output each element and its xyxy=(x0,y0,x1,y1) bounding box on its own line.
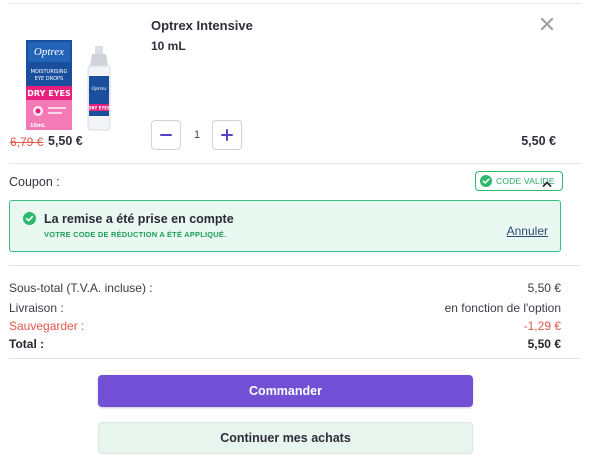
box-line1-text: MOISTURISING xyxy=(31,69,68,75)
discount-applied-alert: La remise a été prise en compte VOTRE CO… xyxy=(9,200,561,252)
close-icon xyxy=(540,17,554,31)
box-brand-text: Optrex xyxy=(34,46,64,58)
total-value: 5,50 € xyxy=(527,337,561,351)
box-banner-text: DRY EYES xyxy=(27,89,71,98)
quantity-increase-button[interactable] xyxy=(212,120,242,150)
check-circle-icon xyxy=(480,175,492,187)
savings-row: Sauvegarder : -1,29 € xyxy=(9,319,561,333)
alert-subtitle: VOTRE CODE DE RÉDUCTION A ÉTÉ APPLIQUÉ. xyxy=(44,230,227,239)
shipping-value: en fonction de l'option xyxy=(444,301,561,315)
minus-icon xyxy=(160,134,172,136)
savings-label: Sauvegarder : xyxy=(9,319,85,333)
product-image: Optrex MOISTURISING EYE DROPS DRY EYES 1… xyxy=(26,40,126,132)
cancel-discount-link[interactable]: Annuler xyxy=(507,224,548,238)
order-button[interactable]: Commander xyxy=(98,375,473,407)
quantity-value[interactable]: 1 xyxy=(182,120,212,150)
divider xyxy=(9,358,581,359)
shipping-label: Livraison : xyxy=(9,301,64,315)
chevron-up-icon xyxy=(542,181,552,187)
box-volume-text: 10mL xyxy=(30,123,46,129)
box-line2-text: EYE DROPS xyxy=(35,76,63,82)
total-row: Total : 5,50 € xyxy=(9,337,561,351)
check-circle-icon xyxy=(23,212,36,225)
shipping-row: Livraison : en fonction de l'option xyxy=(9,301,561,315)
subtotal-label: Sous-total (T.V.A. incluse) : xyxy=(9,281,153,295)
product-name: Optrex Intensive xyxy=(151,18,253,33)
line-total: 5,50 € xyxy=(521,134,556,148)
divider xyxy=(9,265,581,266)
coupon-label: Coupon : xyxy=(9,175,60,189)
alert-title: La remise a été prise en compte xyxy=(44,212,234,226)
product-size: 10 mL xyxy=(151,39,186,53)
plus-icon xyxy=(221,129,233,141)
top-divider xyxy=(9,3,581,4)
subtotal-value: 5,50 € xyxy=(527,281,561,295)
new-price: 5,50 € xyxy=(48,134,83,148)
remove-item-button[interactable] xyxy=(538,15,556,33)
bottle-brand-text: Optrex xyxy=(91,86,107,92)
coupon-toggle-button[interactable] xyxy=(541,176,553,187)
continue-shopping-button[interactable]: Continuer mes achats xyxy=(98,422,473,454)
bottle-banner-text: DRY EYES xyxy=(88,106,110,111)
divider xyxy=(9,163,581,164)
quantity-decrease-button[interactable] xyxy=(151,120,181,150)
savings-value: -1,29 € xyxy=(523,319,561,333)
total-label: Total : xyxy=(9,337,45,351)
old-price: 6,79 € xyxy=(10,135,44,149)
subtotal-row: Sous-total (T.V.A. incluse) : 5,50 € xyxy=(9,281,561,295)
